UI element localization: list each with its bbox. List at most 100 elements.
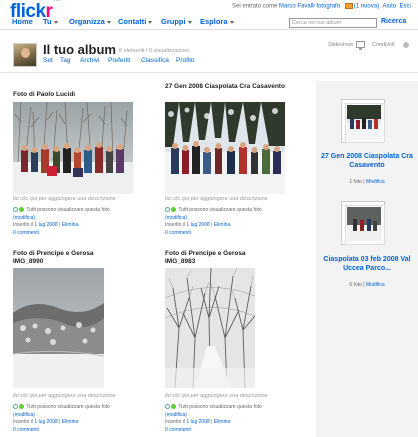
- privacy-line: Tutti possono visualizzare questa foto: [165, 404, 262, 410]
- set-image: [347, 105, 381, 139]
- photo-thumbnail[interactable]: [13, 102, 133, 194]
- photo-description[interactable]: fai clic qui per aggiungere una descrizi…: [13, 393, 116, 399]
- upload-info: Inserito il 1 lug 2008 | Elimina: [165, 419, 231, 425]
- upload-date-link[interactable]: 1 lug 2008: [186, 222, 209, 228]
- nav-explore[interactable]: Esplora: [200, 17, 234, 26]
- nav-contacts-label: Contatti: [118, 17, 147, 26]
- privacy-line: Tutti possono visualizzare questa foto: [13, 207, 110, 213]
- upload-date-link[interactable]: 1 lug 2008: [34, 222, 57, 228]
- photo-image: [13, 268, 104, 388]
- photo-title[interactable]: Foto di Paolo Lucidi: [13, 91, 133, 99]
- edit-privacy-link[interactable]: (modifica): [13, 215, 35, 221]
- delete-link[interactable]: Elimina: [214, 419, 230, 425]
- uploaded-label: Inserito il: [13, 222, 34, 228]
- subnav-tags[interactable]: Tag: [60, 57, 70, 64]
- photo-image: [165, 102, 285, 194]
- privacy-line: Tutti possono visualizzare questa foto: [165, 207, 262, 213]
- set-count: 1 foto: [349, 179, 362, 185]
- search-input[interactable]: Cerca nel tuo album: [289, 18, 377, 28]
- public-icon: [171, 207, 176, 213]
- set-thumbnail[interactable]: [341, 99, 385, 143]
- set-meta: 1 foto | Modifica: [349, 179, 385, 185]
- photo-title[interactable]: Foto di Prencipe e Gerosa IMG_8983: [165, 250, 275, 266]
- edit-privacy-link[interactable]: (modifica): [165, 412, 187, 418]
- privacy-line: Tutti possono visualizzare questa foto: [13, 404, 110, 410]
- photo-thumbnail[interactable]: [165, 268, 255, 388]
- signed-in-label: Sei entrato come: [232, 3, 278, 10]
- nav-groups[interactable]: Gruppi: [161, 17, 192, 26]
- set-title-link[interactable]: Ciaspolata 03 feb 2008 Val Uccea Parco..…: [316, 255, 418, 273]
- set-edit-link[interactable]: Modifica: [366, 282, 385, 288]
- subnav-sets[interactable]: Set: [43, 57, 53, 64]
- chevron-down-icon: [53, 20, 58, 24]
- logo-tm: TM: [52, 0, 60, 3]
- logout-link[interactable]: Esci: [399, 4, 410, 10]
- share-icon[interactable]: [403, 42, 409, 48]
- upload-date-link[interactable]: 1 lug 2008: [186, 419, 209, 425]
- privacy-text: Tutti possono visualizzare questa foto: [178, 207, 262, 213]
- edit-privacy-label: (modifica): [13, 215, 35, 221]
- subnav-profile[interactable]: Profilo: [176, 57, 194, 64]
- photo-description[interactable]: fai clic qui per aggiungere una descrizi…: [13, 196, 116, 202]
- public-icon: [19, 404, 24, 410]
- public-icon: [19, 207, 24, 213]
- privacy-icon: [165, 207, 170, 213]
- avatar[interactable]: [13, 43, 37, 67]
- uploaded-label: Inserito il: [165, 222, 186, 228]
- upload-date-link[interactable]: 1 lug 2008: [34, 419, 57, 425]
- delete-link[interactable]: Elimina: [62, 222, 78, 228]
- share-button[interactable]: Condividi: [372, 42, 395, 48]
- page-title: Il tuo album: [43, 42, 116, 57]
- nav-explore-label: Esplora: [200, 17, 228, 26]
- nav-organize-label: Organizza: [69, 17, 105, 26]
- privacy-icon: [165, 404, 170, 410]
- comments-link[interactable]: 0 commenti: [165, 427, 191, 433]
- subnav-archives[interactable]: Archivi: [80, 57, 100, 64]
- delete-link[interactable]: Elimina: [214, 222, 230, 228]
- slideshow-icon[interactable]: [356, 41, 365, 50]
- upload-info: Inserito il 1 lug 2008 | Elimina: [165, 222, 231, 228]
- help-link[interactable]: Aiuto: [382, 4, 396, 10]
- search-button[interactable]: Ricerca: [381, 18, 406, 25]
- edit-privacy-link[interactable]: (modifica): [13, 412, 35, 418]
- comments-link[interactable]: 0 commenti: [13, 427, 39, 433]
- photo-description[interactable]: fai clic qui per aggiungere una descrizi…: [165, 196, 268, 202]
- nav-you-label: Tu: [43, 17, 52, 26]
- chevron-down-icon: [106, 20, 111, 24]
- nav-you[interactable]: Tu: [43, 17, 58, 26]
- nav-contacts[interactable]: Contatti: [118, 17, 153, 26]
- user-link[interactable]: Marco Favalli fotografo: [279, 4, 340, 10]
- nav-home[interactable]: Home: [12, 17, 33, 26]
- photo-thumbnail[interactable]: [165, 102, 285, 194]
- set-count: 6 foto: [349, 282, 362, 288]
- photo-title[interactable]: Foto di Prencipe e Gerosa IMG_8990: [13, 250, 123, 266]
- delete-link[interactable]: Elimina: [62, 419, 78, 425]
- set-image: [347, 207, 381, 241]
- edit-privacy-label: (modifica): [13, 412, 35, 418]
- new-mail-link[interactable]: (1 nuova): [354, 4, 379, 10]
- photo-title[interactable]: 27 Gen 2008 Ciaspolata Cra Casavento: [165, 83, 295, 91]
- photo-image: [165, 268, 255, 388]
- album-stats: 8 elementi / 0 visualizzazioni: [119, 48, 189, 54]
- photo-description[interactable]: fai clic qui per aggiungere una descrizi…: [165, 393, 268, 399]
- privacy-text: Tutti possono visualizzare questa foto: [178, 404, 262, 410]
- nav-organize[interactable]: Organizza: [69, 17, 111, 26]
- signin-info: Sei entrato come Marco Favalli fotografo…: [232, 3, 411, 10]
- comments-link[interactable]: 0 commenti: [165, 230, 191, 236]
- edit-privacy-link[interactable]: (modifica): [165, 215, 187, 221]
- comments-label: 0 commenti: [165, 230, 191, 236]
- comments-link[interactable]: 0 commenti: [13, 230, 39, 236]
- set-thumbnail[interactable]: [341, 201, 385, 245]
- mail-icon[interactable]: [344, 3, 353, 9]
- slideshow-button[interactable]: Slideshow: [328, 42, 353, 48]
- set-edit-link[interactable]: Modifica: [366, 179, 385, 185]
- upload-info: Inserito il 1 lug 2008 | Elimina: [13, 419, 79, 425]
- chevron-down-icon: [148, 20, 153, 24]
- photo-thumbnail[interactable]: [13, 268, 104, 388]
- privacy-icon: [13, 207, 18, 213]
- subnav-favorites[interactable]: Preferiti: [108, 57, 130, 64]
- uploaded-label: Inserito il: [13, 419, 34, 425]
- divider: [0, 72, 418, 73]
- set-title-link[interactable]: 27 Gen 2008 Ciaspolata Cra Casavento: [316, 152, 418, 170]
- subnav-popular[interactable]: Classifica: [141, 57, 169, 64]
